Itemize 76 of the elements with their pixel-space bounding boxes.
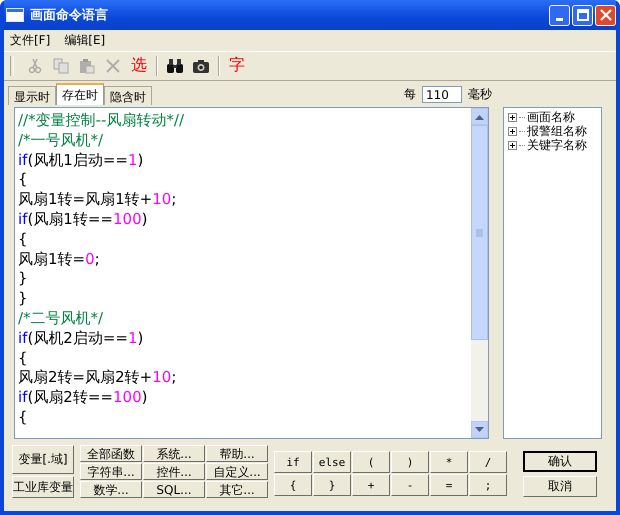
function-button[interactable]: 其它... (206, 481, 268, 498)
text-tool-button[interactable]: 字 (226, 55, 248, 77)
function-button[interactable]: 控件... (143, 463, 205, 480)
menu-item[interactable]: 编辑[E] (64, 32, 106, 49)
tree-item[interactable]: 关键字名称 (527, 136, 587, 154)
operator-button[interactable]: ; (469, 474, 507, 496)
operator-button[interactable]: ( (352, 451, 390, 473)
code-line: } (18, 289, 29, 309)
function-button[interactable]: 字符串... (80, 463, 142, 480)
scrollbar[interactable] (471, 108, 488, 438)
tab[interactable]: 显示时 (8, 86, 56, 105)
operator-button[interactable]: + (352, 474, 390, 496)
confirm-button[interactable]: 确认 (523, 451, 597, 472)
function-button[interactable]: SQL... (143, 481, 205, 498)
tab[interactable]: 存在时 (56, 83, 104, 105)
code-line: if(风机1启动==1) (18, 150, 144, 170)
code-line: { (18, 230, 29, 250)
minimize-button[interactable] (549, 4, 570, 26)
expand-icon[interactable] (508, 126, 517, 136)
code-line: if(风扇2转==100) (18, 388, 148, 408)
down-arrow-icon (475, 426, 484, 432)
code-line: 风扇1转=风扇1转+10; (18, 190, 178, 210)
tree-item[interactable]: 画面名称 (527, 108, 575, 126)
code-line: if(风扇1转==100) (18, 210, 148, 230)
operator-button[interactable]: else (313, 451, 351, 473)
operator-button[interactable]: * (430, 451, 468, 473)
operator-button[interactable]: if (274, 451, 312, 473)
window-title: 画面命令语言 (30, 6, 108, 24)
up-arrow-icon (475, 114, 484, 120)
operator-button[interactable]: = (430, 474, 468, 496)
function-button[interactable]: 自定义... (206, 463, 268, 480)
scissors-icon (27, 58, 43, 74)
library-variable-button[interactable]: 工业库变量 (12, 476, 74, 498)
operator-button[interactable]: / (469, 451, 507, 473)
code-line: { (18, 348, 29, 368)
operator-button[interactable]: - (391, 474, 429, 496)
code-line: } (18, 269, 29, 290)
expand-icon[interactable] (508, 140, 517, 150)
menu-item[interactable]: 文件[F] (10, 32, 50, 49)
window-icon (6, 8, 24, 22)
interval-unit: 毫秒 (468, 86, 492, 103)
text-tool-button[interactable]: 选 (128, 55, 150, 77)
code-line: /*一号风机*/ (18, 130, 104, 151)
close-button[interactable] (595, 4, 616, 26)
delete-icon (105, 58, 121, 74)
code-line: //*变量控制--风扇转动*// (18, 111, 186, 131)
function-button[interactable]: 帮助... (206, 445, 268, 462)
grip-icon (476, 228, 483, 236)
cancel-button[interactable]: 取消 (523, 476, 597, 497)
operator-button[interactable]: { (274, 474, 312, 496)
function-button[interactable]: 系统... (143, 445, 205, 462)
expand-icon[interactable] (508, 112, 517, 122)
variable-button[interactable]: 变量[.域] (12, 445, 74, 474)
code-line: { (18, 170, 29, 190)
code-line: if(风机2启动==1) (18, 328, 144, 349)
copy-icon (53, 58, 69, 74)
tree-item[interactable]: 报警组名称 (527, 122, 587, 140)
code-editor[interactable]: //*变量控制--风扇转动*// /*一号风机*/ if(风机1启动==1) { 风扇1转=风扇1转+10; if(风扇1转==100) { 风扇1转=0; } } /*二号风机*/ if(风机2启动==1) { 风扇2转=风扇2转+10; if(风扇2转==100) { (14, 107, 489, 439)
code-line: { (18, 408, 29, 428)
function-button[interactable]: 数学... (80, 481, 142, 498)
operator-button[interactable]: } (313, 474, 351, 496)
code-line: /*二号风机*/ (18, 308, 104, 329)
close-icon (600, 9, 612, 21)
function-button[interactable]: 全部函数 (80, 445, 142, 462)
code-line: 风扇2转=风扇2转+10; (18, 368, 178, 388)
camera-icon (192, 58, 210, 74)
interval-prefix: 每 (404, 86, 416, 103)
clipboard-icon (79, 58, 95, 74)
binoculars-icon (166, 58, 184, 74)
operator-button[interactable]: ) (391, 451, 429, 473)
interval-field[interactable]: 110 (422, 86, 462, 103)
minimize-icon (556, 18, 563, 20)
code-line: 风扇1转=0; (18, 250, 101, 270)
tab[interactable]: 隐含时 (104, 86, 152, 105)
maximize-button[interactable] (572, 4, 593, 26)
maximize-icon (576, 9, 588, 21)
